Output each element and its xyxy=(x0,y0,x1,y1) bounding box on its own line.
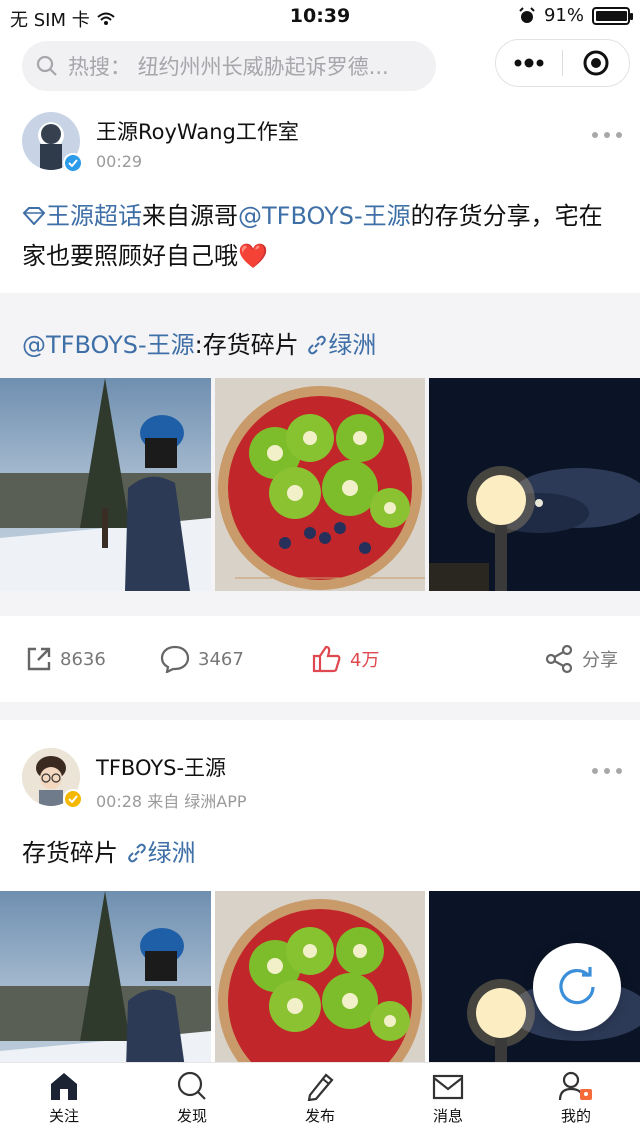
location-link[interactable]: 绿洲 xyxy=(126,839,196,867)
verified-badge-icon xyxy=(63,789,83,809)
status-bar: 无 SIM 卡 10:39 91% xyxy=(0,0,640,34)
tab-follow[interactable]: 关注 xyxy=(0,1063,128,1138)
supertopic-link[interactable]: 王源超话 xyxy=(22,202,142,230)
avatar[interactable] xyxy=(22,112,83,173)
repost-author-link[interactable]: @TFBOYS-王源 xyxy=(22,331,195,359)
tab-discover[interactable]: 发现 xyxy=(128,1063,256,1138)
comment-button[interactable]: 3467 xyxy=(160,645,244,673)
battery-percent: 91% xyxy=(543,5,584,26)
photo-fruit-thumbnail[interactable] xyxy=(214,891,426,1062)
search-icon xyxy=(177,1071,206,1100)
verified-badge-icon xyxy=(63,153,83,173)
repost-icon xyxy=(27,647,51,671)
author-name[interactable]: 王源RoyWang工作室 xyxy=(96,116,299,146)
more-dots-icon xyxy=(514,58,544,68)
mini-program-capsule xyxy=(495,39,630,87)
repost-button[interactable]: 8636 xyxy=(26,646,106,672)
mail-icon xyxy=(432,1074,464,1100)
author-name[interactable]: TFBOYS-王源 xyxy=(96,752,247,782)
refresh-icon xyxy=(559,967,595,1005)
alarm-icon xyxy=(519,6,535,23)
battery-icon xyxy=(592,6,633,25)
heart-emoji: ❤️ xyxy=(238,242,268,270)
more-options-button[interactable] xyxy=(496,40,562,86)
close-mini-program-button[interactable] xyxy=(563,40,629,86)
image-grid xyxy=(0,378,640,591)
like-button[interactable]: 4万 xyxy=(312,645,379,673)
avatar[interactable] xyxy=(22,748,83,809)
tab-profile[interactable]: 我的 xyxy=(512,1063,640,1138)
post-text: 王源超话来自源哥@TFBOYS-王源的存货分享，宅在家也要照顾好自己哦❤️ xyxy=(22,202,603,270)
search-placeholder: 热搜： 纽约州州长威胁起诉罗德... xyxy=(68,55,389,79)
post-divider xyxy=(0,702,640,720)
diamond-icon xyxy=(22,207,46,226)
refresh-button[interactable] xyxy=(533,943,621,1031)
post-text: 存货碎片 绿洲 xyxy=(22,839,196,867)
profile-icon xyxy=(558,1071,592,1101)
photo-fruit-thumbnail[interactable] xyxy=(214,378,426,591)
comment-icon xyxy=(160,645,190,673)
search-bar[interactable]: 热搜： 纽约州州长威胁起诉罗德... xyxy=(22,41,436,91)
mention-link[interactable]: @TFBOYS-王源 xyxy=(238,202,411,230)
post-header: TFBOYS-王源 00:28 来自 绿洲APP xyxy=(22,748,622,812)
tab-publish[interactable]: 发布 xyxy=(256,1063,384,1138)
location-link[interactable]: 绿洲 xyxy=(306,331,376,359)
bottom-tab-bar: 关注 发现 发布 消息 我的 xyxy=(0,1062,640,1138)
search-icon xyxy=(36,55,57,76)
share-icon xyxy=(545,644,573,674)
home-icon xyxy=(51,1073,77,1100)
photo-snow-thumbnail[interactable] xyxy=(0,891,211,1062)
post-more-button[interactable] xyxy=(592,768,622,774)
link-icon xyxy=(308,335,327,355)
post-time: 00:28 来自 绿洲APP xyxy=(96,792,247,811)
post-more-button[interactable] xyxy=(592,132,622,138)
target-icon xyxy=(583,50,609,76)
post-time: 00:29 xyxy=(96,152,143,171)
tab-messages[interactable]: 消息 xyxy=(384,1063,512,1138)
link-icon xyxy=(127,843,146,863)
photo-lamp-thumbnail[interactable] xyxy=(429,378,640,591)
share-button[interactable]: 分享 xyxy=(544,644,618,674)
photo-snow-thumbnail[interactable] xyxy=(0,378,211,591)
repost-text: @TFBOYS-王源:存货碎片 绿洲 xyxy=(22,331,377,359)
post-header: 王源RoyWang工作室 00:29 xyxy=(22,112,622,173)
pencil-icon xyxy=(307,1073,334,1101)
thumbs-up-icon xyxy=(312,645,341,673)
post-action-bar: 8636 3467 4万 分享 xyxy=(0,616,640,702)
